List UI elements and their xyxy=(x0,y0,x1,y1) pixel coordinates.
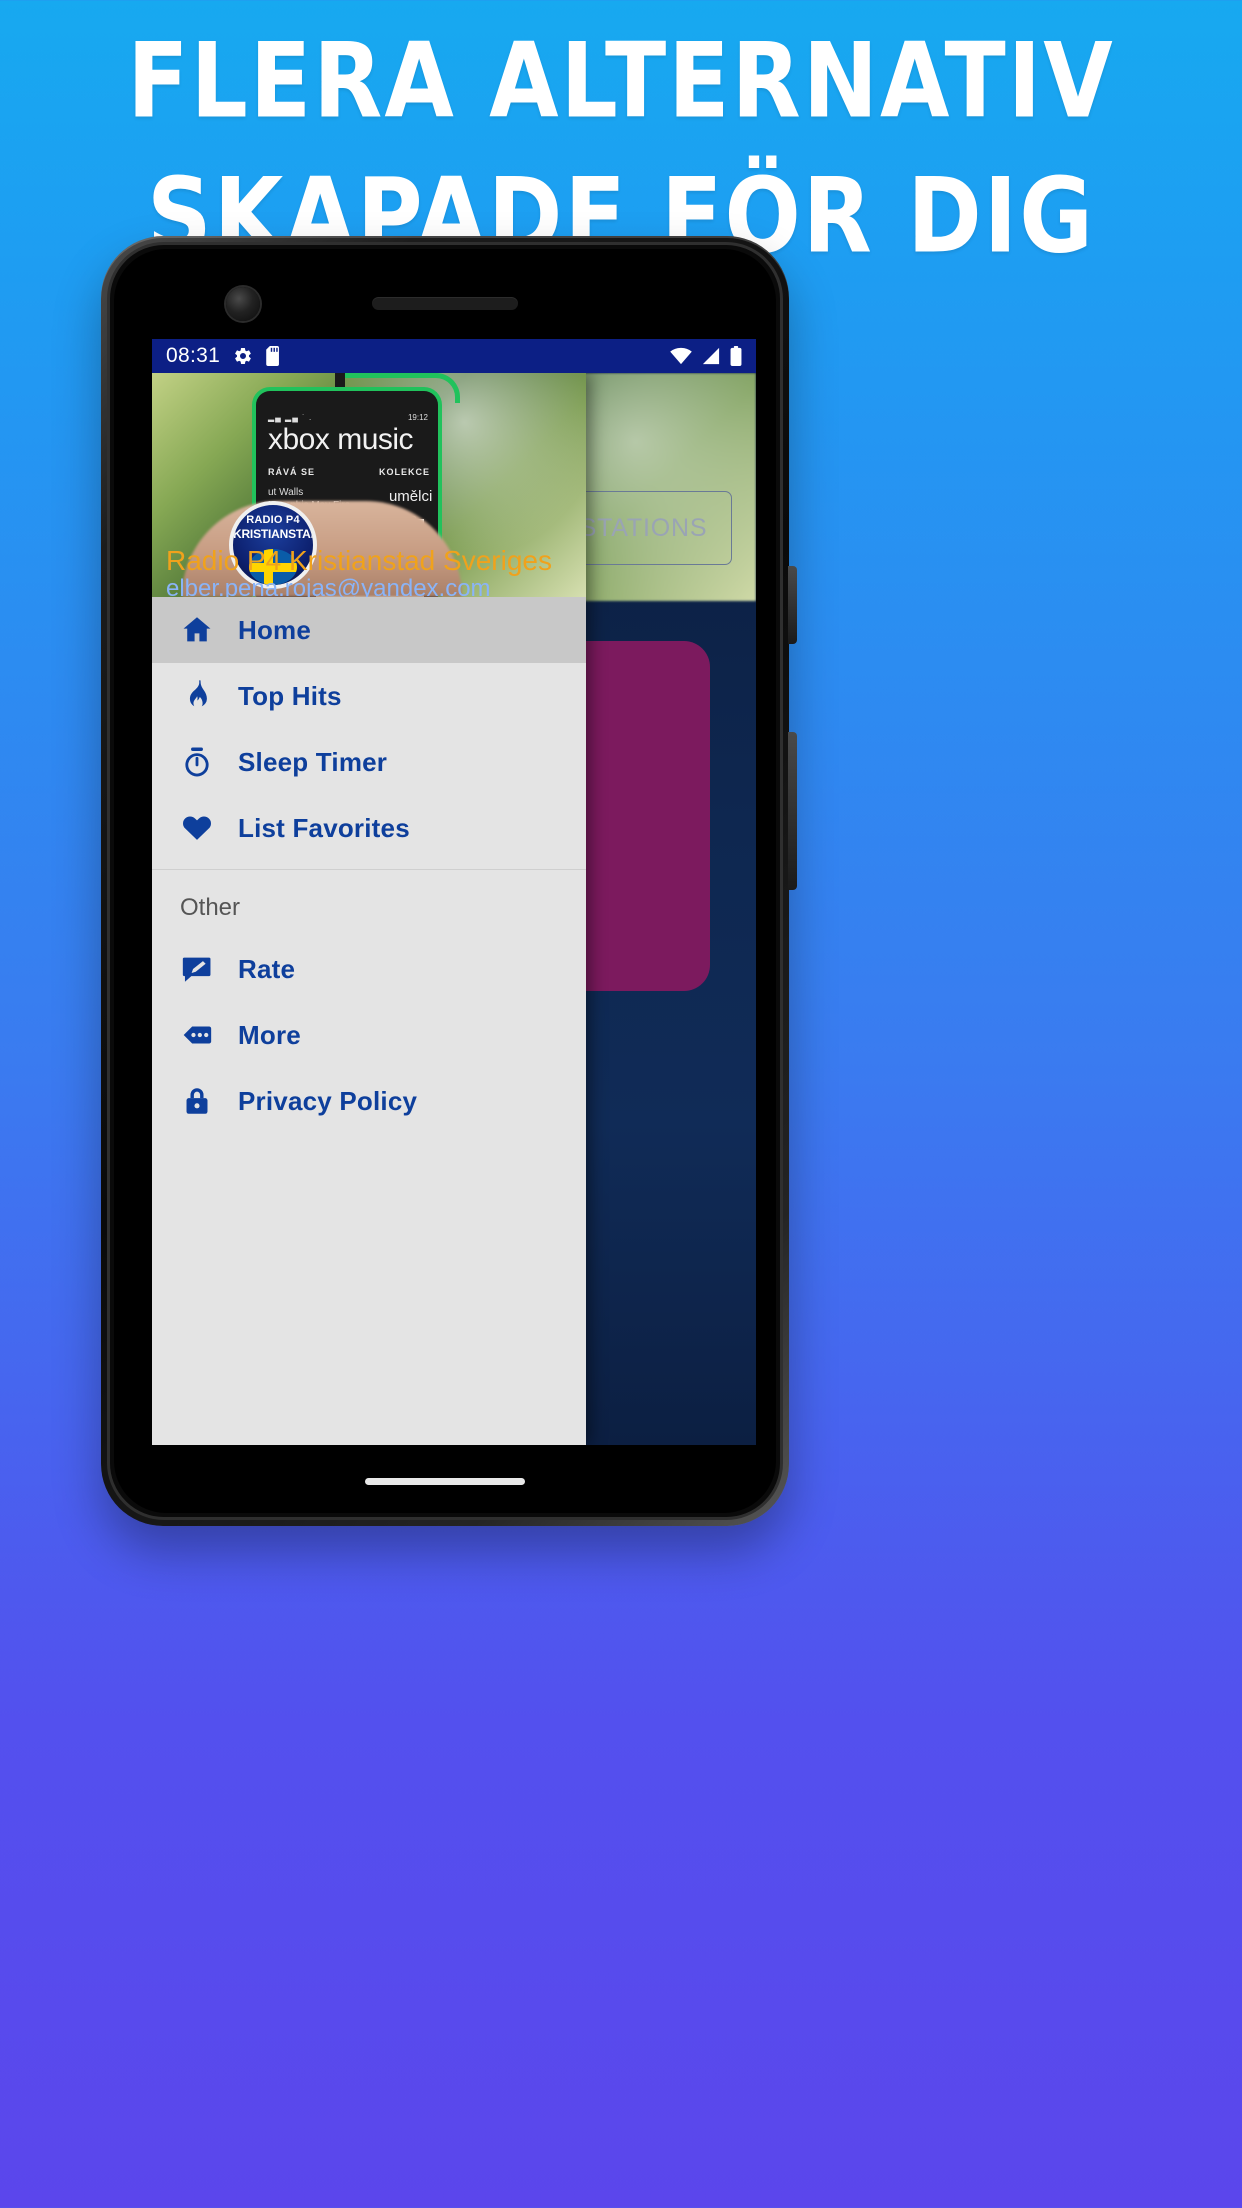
rate-comment-icon xyxy=(180,952,238,986)
heart-icon xyxy=(180,811,238,845)
sidebar-item-label: Privacy Policy xyxy=(238,1085,418,1116)
sidebar-item-label: Rate xyxy=(238,953,296,984)
drawer-app-title: Radio P4 Kristianstad Sveriges xyxy=(166,545,552,576)
battery-icon xyxy=(730,346,742,366)
status-bar-clock: 08:31 xyxy=(166,344,221,367)
promo-headline-line1: FLERA ALTERNATIV xyxy=(127,19,1115,142)
sidebar-item-label: Top Hits xyxy=(238,680,342,711)
sidebar-item-home[interactable]: Home xyxy=(152,597,586,663)
photo-now-playing-1: ut Walls xyxy=(268,487,304,498)
sidebar-item-rate[interactable]: Rate xyxy=(152,936,586,1002)
navigation-drawer: ▂▄ ▂▄ ˙ . 19:12 xbox music RÁVÁ SE KOLEK… xyxy=(152,373,586,1445)
drawer-menu: Home Top Hits Sleep Timer List Favorites… xyxy=(152,597,586,1134)
sidebar-item-privacy-policy[interactable]: Privacy Policy xyxy=(152,1068,586,1134)
phone-volume-button[interactable] xyxy=(788,732,797,890)
avatar-line1: RADIO P4 xyxy=(246,514,300,526)
sd-card-icon xyxy=(266,346,281,366)
sidebar-item-more[interactable]: More xyxy=(152,1002,586,1068)
stopwatch-icon xyxy=(180,745,238,779)
photo-device-time: 19:12 xyxy=(407,413,428,422)
sidebar-item-label: List Favorites xyxy=(238,812,410,843)
signal-icon xyxy=(701,347,721,365)
sidebar-item-top-hits[interactable]: Top Hits xyxy=(152,663,586,729)
drawer-header: ▂▄ ▂▄ ˙ . 19:12 xbox music RÁVÁ SE KOLEK… xyxy=(152,373,586,597)
earpiece-speaker xyxy=(372,297,518,310)
phone-power-button[interactable] xyxy=(788,566,797,644)
sidebar-item-label: Sleep Timer xyxy=(238,746,388,777)
sidebar-item-list-favorites[interactable]: List Favorites xyxy=(152,795,586,861)
wifi-icon xyxy=(670,347,692,365)
promo-headline: FLERA ALTERNATIV SKAPADE FÖR DIG xyxy=(0,22,1242,272)
lock-icon xyxy=(180,1084,238,1118)
avatar-line2: KRISTIANSTAD xyxy=(233,527,317,541)
drawer-section-label: Other xyxy=(180,894,241,921)
status-bar-indicators xyxy=(670,346,742,366)
sidebar-item-sleep-timer[interactable]: Sleep Timer xyxy=(152,729,586,795)
photo-col-left-label: RÁVÁ SE xyxy=(268,467,316,477)
phone-screen: 08:31 RADIO STATIONS ▂▄ ▂▄ ˙ . 19:12 xbo… xyxy=(152,339,756,1445)
more-tag-icon xyxy=(180,1018,238,1052)
sidebar-item-label: Home xyxy=(238,614,312,645)
front-camera-icon xyxy=(226,287,260,321)
phone-device-mockup: 08:31 RADIO STATIONS ▂▄ ▂▄ ˙ . 19:12 xbo… xyxy=(101,236,797,1526)
photo-col-right-label: KOLEKCE xyxy=(378,467,430,477)
photo-device-title: xbox music xyxy=(268,423,414,456)
home-icon xyxy=(180,613,238,647)
gesture-nav-pill[interactable] xyxy=(365,1478,525,1485)
gear-icon xyxy=(233,346,253,366)
status-bar: 08:31 xyxy=(152,339,756,373)
flame-icon xyxy=(180,679,238,713)
sidebar-item-label: More xyxy=(238,1019,301,1050)
drawer-account-email: elber.pena.rojas@yandex.com xyxy=(166,575,491,597)
